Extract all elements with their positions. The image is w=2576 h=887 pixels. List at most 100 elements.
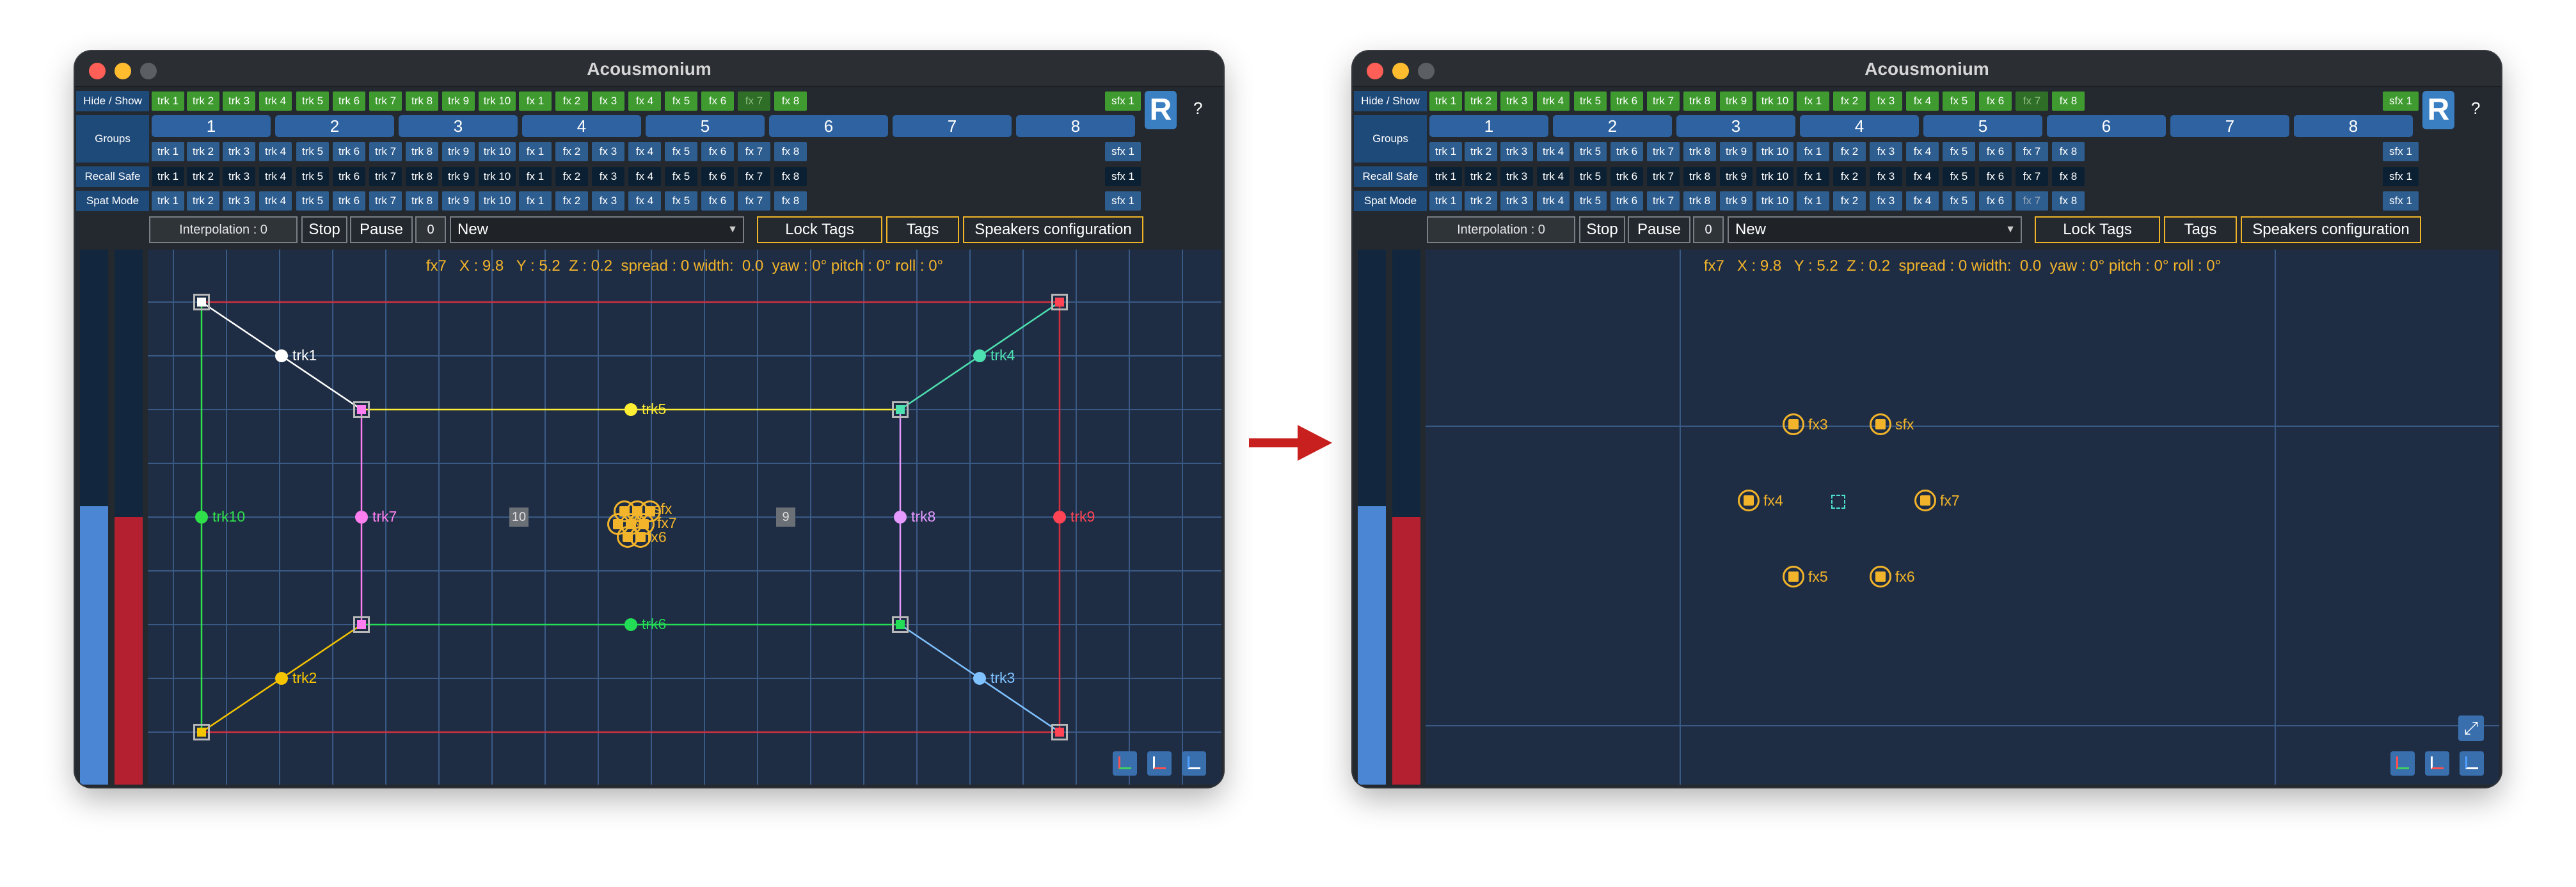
recall-safe-fx2[interactable]: fx 2 [555,167,588,186]
groups-trk4[interactable]: trk 4 [259,142,292,161]
pause-button[interactable]: Pause [350,216,413,243]
spat-mode-fx2[interactable]: fx 2 [1833,191,1866,211]
groups-trk8[interactable]: trk 8 [1683,142,1716,161]
view-front-button[interactable] [2425,751,2449,776]
trk10-dot[interactable] [195,511,208,523]
groups-sfx1[interactable]: sfx 1 [1105,142,1141,161]
spat-mode-fx1[interactable]: fx 1 [519,191,552,211]
spat-mode-trk3[interactable]: trk 3 [1500,191,1533,211]
groups-fx2[interactable]: fx 2 [1833,142,1866,161]
recall-safe-trk2[interactable]: trk 2 [1465,167,1497,186]
recall-safe-fx2[interactable]: fx 2 [1833,167,1866,186]
hide-show-fx4[interactable]: fx 4 [1906,92,1939,111]
hide-show-fx8[interactable]: fx 8 [2052,92,2085,111]
group-button-4[interactable]: 4 [522,115,641,137]
recall-safe-fx5[interactable]: fx 5 [1943,167,1975,186]
spat-mode-fx5[interactable]: fx 5 [1943,191,1975,211]
hide-show-fx1[interactable]: fx 1 [519,92,552,111]
recall-safe-trk7[interactable]: trk 7 [369,167,402,186]
spat-mode-fx6[interactable]: fx 6 [1979,191,2012,211]
hide-show-trk10[interactable]: trk 10 [479,92,516,111]
hide-show-fx6[interactable]: fx 6 [1979,92,2012,111]
hide-show-sfx1[interactable]: sfx 1 [1105,92,1141,111]
trk9-dot[interactable] [1053,511,1066,523]
recall-safe-fx1[interactable]: fx 1 [1797,167,1829,186]
recall-safe-trk1[interactable]: trk 1 [1429,167,1462,186]
hide-show-trk3[interactable]: trk 3 [223,92,255,111]
recall-safe-fx3[interactable]: fx 3 [592,167,624,186]
recall-safe-trk7[interactable]: trk 7 [1647,167,1680,186]
group-button-5[interactable]: 5 [646,115,765,137]
group-button-2[interactable]: 2 [275,115,394,137]
recall-safe-trk5[interactable]: trk 5 [1574,167,1607,186]
groups-trk8[interactable]: trk 8 [406,142,438,161]
groups-fx2[interactable]: fx 2 [555,142,588,161]
hide-show-sfx1[interactable]: sfx 1 [2383,92,2419,111]
recall-safe-fx5[interactable]: fx 5 [665,167,697,186]
trk5-dot[interactable] [624,403,637,416]
fx5-source-marker[interactable] [1783,566,1804,587]
speaker-box-9[interactable]: 9 [776,507,795,527]
hide-show-fx3[interactable]: fx 3 [1870,92,1902,111]
spat-mode-trk6[interactable]: trk 6 [333,191,365,211]
group-button-6[interactable]: 6 [769,115,888,137]
spat-mode-trk10[interactable]: trk 10 [1756,191,1793,211]
recall-safe-trk4[interactable]: trk 4 [1537,167,1570,186]
pause-value-field[interactable]: 0 [415,216,446,243]
group-button-5[interactable]: 5 [1923,115,2042,137]
recall-safe-trk6[interactable]: trk 6 [1610,167,1643,186]
recall-safe-fx4[interactable]: fx 4 [1906,167,1939,186]
group-button-4[interactable]: 4 [1800,115,1919,137]
spat-mode-trk2[interactable]: trk 2 [187,191,219,211]
speaker-node-top-right[interactable] [1051,294,1068,310]
fx3-source-marker[interactable] [1783,413,1804,435]
spat-mode-sfx1[interactable]: sfx 1 [2383,191,2419,211]
help-button[interactable]: ? [2471,99,2480,118]
trk2-dot[interactable] [275,672,288,685]
groups-fx6[interactable]: fx 6 [701,142,734,161]
recall-safe-fx4[interactable]: fx 4 [628,167,661,186]
spat-mode-trk5[interactable]: trk 5 [296,191,329,211]
recall-safe-fx8[interactable]: fx 8 [2052,167,2085,186]
hide-show-trk8[interactable]: trk 8 [406,92,438,111]
recall-safe-sfx1[interactable]: sfx 1 [1105,167,1141,186]
pause-button[interactable]: Pause [1628,216,1690,243]
hide-show-trk4[interactable]: trk 4 [1537,92,1570,111]
recall-safe-trk9[interactable]: trk 9 [1720,167,1753,186]
group-button-1[interactable]: 1 [1429,115,1548,137]
recall-safe-fx6[interactable]: fx 6 [701,167,734,186]
spat-mode-fx1[interactable]: fx 1 [1797,191,1829,211]
spat-mode-fx8[interactable]: fx 8 [2052,191,2085,211]
spat-mode-fx4[interactable]: fx 4 [628,191,661,211]
preset-dropdown[interactable]: New ▼ [1728,216,2022,243]
groups-trk1[interactable]: trk 1 [1429,142,1462,161]
fx6-source-marker[interactable] [1870,566,1891,587]
hide-show-trk2[interactable]: trk 2 [1465,92,1497,111]
hide-show-trk2[interactable]: trk 2 [187,92,219,111]
recall-safe-fx1[interactable]: fx 1 [519,167,552,186]
group-button-6[interactable]: 6 [2047,115,2166,137]
recall-safe-trk4[interactable]: trk 4 [259,167,292,186]
view-front-button[interactable] [1147,751,1172,776]
hide-show-trk7[interactable]: trk 7 [1647,92,1680,111]
groups-fx8[interactable]: fx 8 [774,142,807,161]
group-button-7[interactable]: 7 [893,115,1012,137]
recall-safe-trk6[interactable]: trk 6 [333,167,365,186]
recall-safe-trk2[interactable]: trk 2 [187,167,219,186]
hide-show-fx2[interactable]: fx 2 [555,92,588,111]
groups-trk10[interactable]: trk 10 [479,142,516,161]
spat-mode-trk8[interactable]: trk 8 [406,191,438,211]
recall-safe-fx8[interactable]: fx 8 [774,167,807,186]
zoomed-canvas[interactable]: fx7 X : 9.8 Y : 5.2 Z : 0.2 spread : 0 w… [1426,250,2499,785]
recall-safe-sfx1[interactable]: sfx 1 [2383,167,2419,186]
spat-mode-trk4[interactable]: trk 4 [1537,191,1570,211]
hide-show-fx7[interactable]: fx 7 [2015,92,2048,111]
spat-mode-trk1[interactable]: trk 1 [152,191,184,211]
spat-mode-fx4[interactable]: fx 4 [1906,191,1939,211]
r-button[interactable]: R [1145,91,1177,129]
pause-value-field[interactable]: 0 [1693,216,1724,243]
groups-fx5[interactable]: fx 5 [665,142,697,161]
hide-show-trk10[interactable]: trk 10 [1756,92,1793,111]
hide-show-trk9[interactable]: trk 9 [1720,92,1753,111]
speaker-node-inner-bottom-left[interactable] [353,616,370,633]
